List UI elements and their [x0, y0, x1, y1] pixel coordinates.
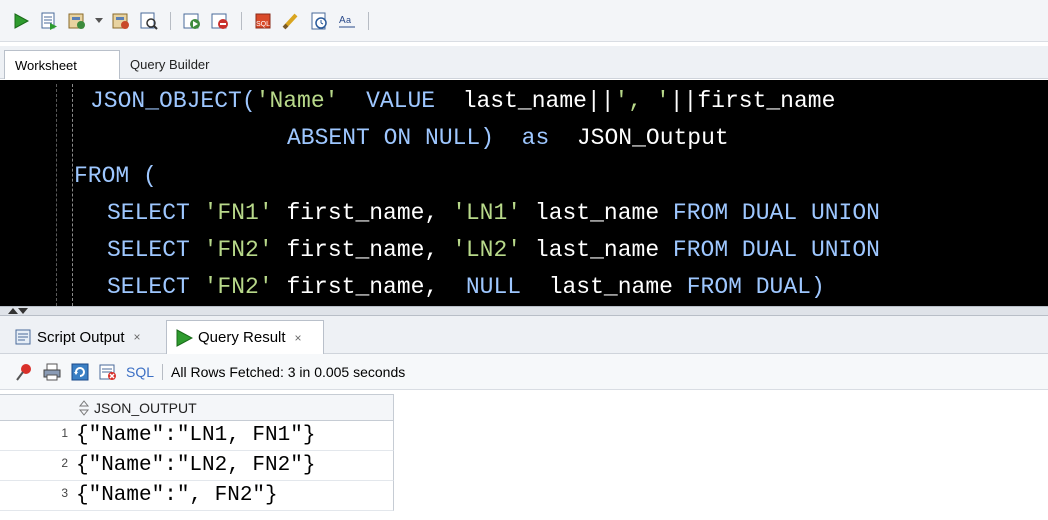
code-token: last_name — [521, 237, 673, 263]
code-line: ABSENT ON NULL) as JSON_Output — [0, 120, 1048, 157]
code-token: FROM ( — [74, 163, 157, 189]
code-token: SELECT — [107, 274, 204, 300]
tab-label: Script Output — [37, 328, 125, 346]
row-number-header — [0, 395, 74, 422]
code-line: FROM ( — [0, 158, 1048, 195]
code-line: JSON_OBJECT('Name' VALUE last_name||', '… — [0, 83, 1048, 120]
tab-label: Query Result — [198, 329, 286, 346]
code-line: SELECT 'FN1' first_name, 'LN1' last_name… — [0, 195, 1048, 232]
result-toolbar: SQL All Rows Fetched: 3 in 0.005 seconds — [0, 354, 1048, 390]
code-token: 'Name' — [255, 88, 339, 114]
svg-text:a: a — [346, 15, 351, 25]
print-icon[interactable] — [42, 362, 62, 382]
code-token: ||first_name — [669, 88, 836, 114]
script-output-icon — [15, 329, 31, 345]
code-token: SELECT — [107, 200, 204, 226]
sort-icon[interactable] — [78, 399, 90, 417]
main-toolbar: SQL Aa — [0, 0, 1048, 42]
sql-editor[interactable]: JSON_OBJECT('Name' VALUE last_name||', '… — [0, 80, 1048, 306]
table-row[interactable]: 2 {"Name":"LN2, FN2"} — [0, 451, 394, 481]
row-number: 3 — [61, 486, 68, 500]
code-token: FROM DUAL) — [686, 274, 825, 300]
code-token: FROM DUAL UNION — [672, 237, 880, 263]
toolbar-separator — [368, 11, 369, 30]
explain-plan-icon[interactable] — [138, 10, 160, 32]
run-script-icon[interactable] — [38, 10, 60, 32]
close-icon[interactable]: × — [295, 331, 302, 345]
code-token: last_name — [521, 200, 673, 226]
grid-header: JSON_OUTPUT — [0, 394, 394, 421]
code-token: as — [494, 125, 577, 151]
toolbar-separator — [241, 11, 242, 30]
code-token: first_name, — [272, 200, 453, 226]
code-token: first_name, — [272, 237, 453, 263]
export-icon[interactable] — [98, 362, 118, 382]
history-icon[interactable] — [308, 10, 330, 32]
code-token: JSON_Output — [576, 125, 729, 151]
code-token: NULL — [465, 274, 522, 300]
code-token: 'FN1' — [203, 200, 273, 226]
tab-worksheet[interactable]: Worksheet — [4, 50, 120, 79]
format-case-icon[interactable]: Aa — [336, 10, 358, 32]
tab-script-output[interactable]: Script Output × — [6, 320, 166, 354]
cell-json-output[interactable]: {"Name":", FN2"} — [76, 481, 278, 511]
table-row[interactable]: 1 {"Name":"LN1, FN1"} — [0, 421, 394, 451]
code-token: last_name|| — [462, 88, 615, 114]
toolbar-separator — [162, 363, 164, 380]
code-token: 'LN2' — [452, 237, 522, 263]
result-grid: JSON_OUTPUT 1 {"Name":"LN1, FN1"} 2 {"Na… — [0, 394, 394, 511]
code-token: FROM DUAL UNION — [672, 200, 880, 226]
pin-icon[interactable] — [14, 362, 34, 382]
dropdown-arrow-icon[interactable] — [94, 10, 104, 32]
svg-text:SQL: SQL — [256, 21, 270, 28]
code-line: SELECT 'FN2' first_name, NULL last_name … — [0, 269, 1048, 306]
table-row[interactable]: 3 {"Name":", FN2"} — [0, 481, 394, 511]
row-number: 1 — [61, 426, 68, 440]
code-token: JSON_OBJECT( — [90, 88, 256, 114]
run-result-icon — [176, 328, 193, 347]
code-token: VALUE — [338, 88, 463, 114]
sql-tuning-icon[interactable] — [209, 10, 231, 32]
commit-icon[interactable] — [66, 10, 88, 32]
rollback-icon[interactable] — [110, 10, 132, 32]
tab-query-builder[interactable]: Query Builder — [120, 50, 219, 79]
cell-json-output[interactable]: {"Name":"LN1, FN1"} — [76, 421, 315, 451]
autotrace-icon[interactable] — [181, 10, 203, 32]
output-tab-bar: Script Output × Query Result × — [0, 316, 1048, 354]
tab-query-result[interactable]: Query Result × — [166, 320, 324, 354]
run-statement-icon[interactable] — [10, 10, 32, 32]
worksheet-tab-bar: Worksheet Query Builder — [0, 46, 1048, 79]
code-token: 'LN1' — [452, 200, 522, 226]
column-header-json-output[interactable]: JSON_OUTPUT — [94, 400, 197, 416]
clear-icon[interactable] — [280, 10, 302, 32]
fetch-status: All Rows Fetched: 3 in 0.005 seconds — [171, 363, 406, 380]
code-token: ', ' — [614, 88, 670, 114]
code-token: last_name — [521, 274, 687, 300]
sql-link[interactable]: SQL — [126, 364, 154, 380]
code-token: 'FN2' — [203, 274, 273, 300]
svg-text:A: A — [339, 15, 346, 26]
code-line: SELECT 'FN2' first_name, 'LN2' last_name… — [0, 232, 1048, 269]
pane-splitter[interactable] — [0, 306, 1048, 316]
code-token: 'FN2' — [203, 237, 273, 263]
toolbar-separator — [170, 11, 171, 30]
code-token: first_name, — [272, 274, 466, 300]
refresh-icon[interactable] — [70, 362, 90, 382]
unshared-sql-icon[interactable]: SQL — [252, 10, 274, 32]
row-number: 2 — [61, 456, 68, 470]
close-icon[interactable]: × — [134, 330, 141, 344]
collapse-arrows-icon[interactable] — [8, 307, 28, 315]
code-token: ABSENT ON NULL) — [287, 125, 495, 151]
cell-json-output[interactable]: {"Name":"LN2, FN2"} — [76, 451, 315, 481]
code-token: SELECT — [107, 237, 204, 263]
